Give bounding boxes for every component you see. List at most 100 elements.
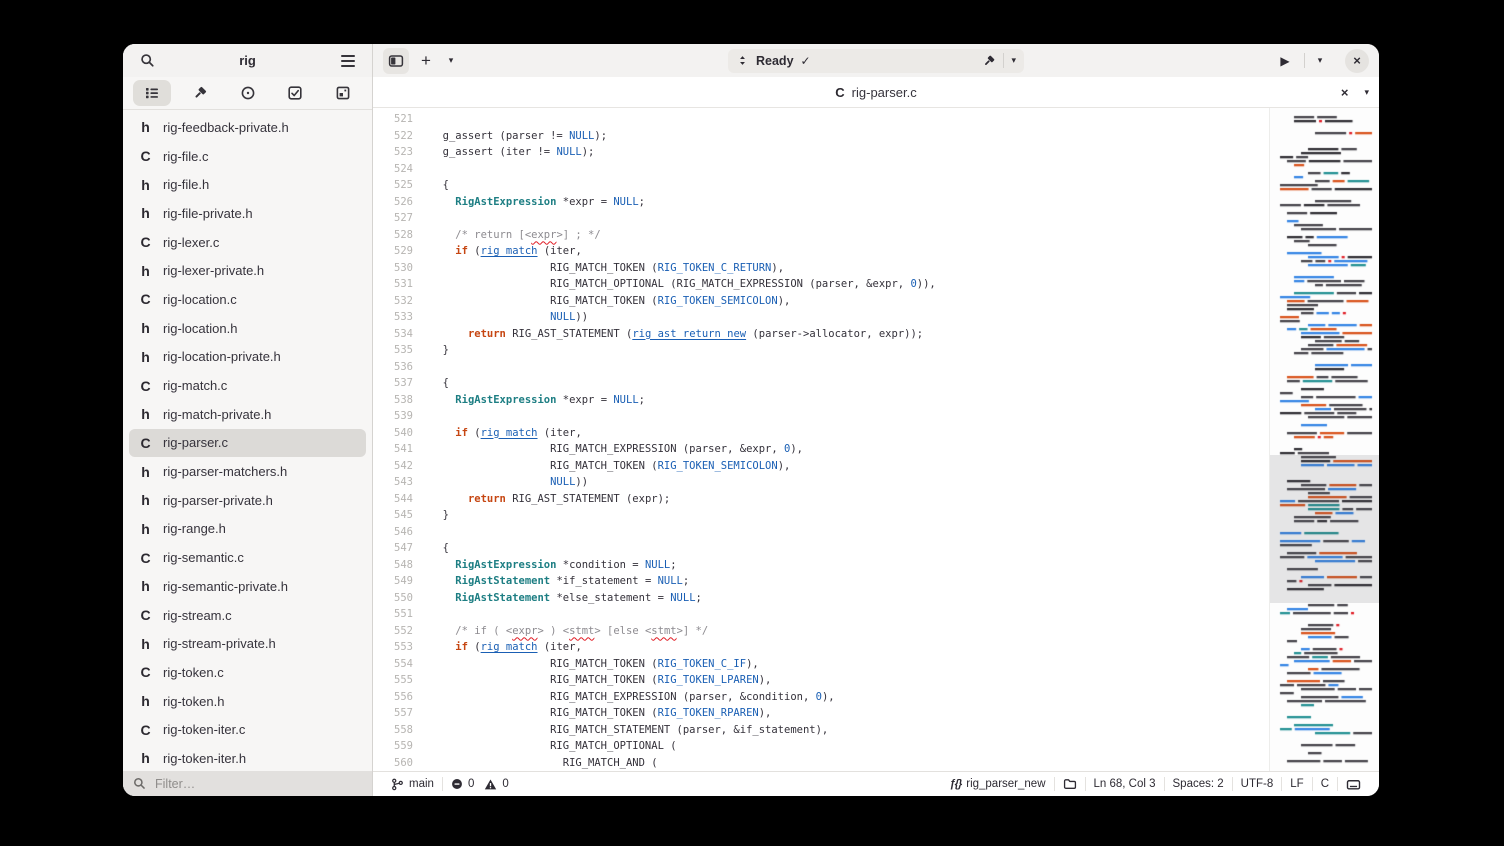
file-row[interactable]: hrig-token-iter.h [129,744,366,771]
line-number[interactable]: 546 [373,524,413,541]
window-close-button[interactable]: × [1345,49,1369,73]
tests-panel-tab[interactable] [229,80,267,106]
docs-panel-tab[interactable] [324,80,362,106]
file-row[interactable]: Crig-stream.c [129,601,366,630]
minimap-viewport-handle[interactable] [1270,455,1379,603]
line-number[interactable]: 554 [373,656,413,673]
files-panel-tab[interactable] [133,80,171,106]
file-row[interactable]: hrig-location.h [129,314,366,343]
file-row[interactable]: hrig-file.h [129,170,366,199]
line-number[interactable]: 532 [373,293,413,310]
new-page-menu-button[interactable]: ▾ [443,48,459,74]
code-line[interactable]: 554 RIG_MATCH_TOKEN (RIG_TOKEN_C_IF), [373,656,1269,673]
code-line[interactable]: 522 g_assert (parser != NULL); [373,128,1269,145]
keyboard-toggle-button[interactable] [1338,772,1369,796]
file-row[interactable]: hrig-parser-private.h [129,486,366,515]
line-number[interactable]: 530 [373,260,413,277]
cursor-position-indicator[interactable]: Ln 68, Col 3 [1086,772,1164,796]
line-number[interactable]: 555 [373,672,413,689]
line-number[interactable]: 534 [373,326,413,343]
line-number[interactable]: 535 [373,342,413,359]
line-number[interactable]: 528 [373,227,413,244]
code-line[interactable]: 525 { [373,177,1269,194]
file-row[interactable]: Crig-lexer.c [129,228,366,257]
file-row[interactable]: Crig-file.c [129,142,366,171]
line-number[interactable]: 526 [373,194,413,211]
line-number[interactable]: 538 [373,392,413,409]
code-line[interactable]: 521 [373,111,1269,128]
language-indicator[interactable]: C [1313,772,1337,796]
line-number[interactable]: 556 [373,689,413,706]
code-line[interactable]: 543 NULL)) [373,474,1269,491]
search-icon[interactable] [135,49,159,73]
code-line[interactable]: 523 g_assert (iter != NULL); [373,144,1269,161]
project-folder-button[interactable] [1055,772,1085,796]
code-line[interactable]: 529 if (rig_match (iter, [373,243,1269,260]
code-lines[interactable]: 521522 g_assert (parser != NULL);523 g_a… [373,108,1269,771]
line-number[interactable]: 539 [373,408,413,425]
line-number[interactable]: 536 [373,359,413,376]
file-row[interactable]: hrig-range.h [129,515,366,544]
encoding-indicator[interactable]: UTF-8 [1233,772,1282,796]
line-number[interactable]: 560 [373,755,413,772]
file-row[interactable]: hrig-lexer-private.h [129,256,366,285]
code-line[interactable]: 527 [373,210,1269,227]
line-number[interactable]: 525 [373,177,413,194]
code-line[interactable]: 538 RigAstExpression *expr = NULL; [373,392,1269,409]
line-number[interactable]: 558 [373,722,413,739]
code-line[interactable]: 552 /* if ( <expr> ) <stmt> [else <stmt>… [373,623,1269,640]
code-line[interactable]: 537 { [373,375,1269,392]
git-branch-indicator[interactable]: main [383,772,442,796]
file-row[interactable]: hrig-location-private.h [129,343,366,372]
line-number[interactable]: 527 [373,210,413,227]
code-line[interactable]: 533 NULL)) [373,309,1269,326]
line-number[interactable]: 537 [373,375,413,392]
line-ending-indicator[interactable]: LF [1282,772,1311,796]
file-row[interactable]: hrig-match-private.h [129,400,366,429]
line-number[interactable]: 543 [373,474,413,491]
code-line[interactable]: 546 [373,524,1269,541]
code-line[interactable]: 535 } [373,342,1269,359]
minimap[interactable] [1269,108,1379,771]
tab-list-caret-icon[interactable]: ▾ [1364,87,1369,98]
code-line[interactable]: 526 RigAstExpression *expr = NULL; [373,194,1269,211]
code-line[interactable]: 557 RIG_MATCH_TOKEN (RIG_TOKEN_RPAREN), [373,705,1269,722]
line-number[interactable]: 545 [373,507,413,524]
line-number[interactable]: 540 [373,425,413,442]
code-line[interactable]: 549 RigAstStatement *if_statement = NULL… [373,573,1269,590]
file-row[interactable]: Crig-match.c [129,371,366,400]
toggle-sidebar-button[interactable] [383,48,409,74]
code-line[interactable]: 559 RIG_MATCH_OPTIONAL ( [373,738,1269,755]
code-line[interactable]: 555 RIG_MATCH_TOKEN (RIG_TOKEN_LPAREN), [373,672,1269,689]
code-line[interactable]: 545 } [373,507,1269,524]
close-tab-icon[interactable]: × [1341,85,1349,100]
code-line[interactable]: 528 /* return [<expr>] ; */ [373,227,1269,244]
code-line[interactable]: 550 RigAstStatement *else_statement = NU… [373,590,1269,607]
filter-bar[interactable] [123,771,372,796]
line-number[interactable]: 541 [373,441,413,458]
run-menu-button[interactable]: ▾ [1311,48,1329,74]
code-line[interactable]: 556 RIG_MATCH_EXPRESSION (parser, &condi… [373,689,1269,706]
diagnostics-indicator[interactable]: 0 0 [443,772,517,796]
open-file-tab[interactable]: C rig-parser.c [373,85,1379,100]
code-line[interactable]: 558 RIG_MATCH_STATEMENT (parser, &if_sta… [373,722,1269,739]
file-row[interactable]: hrig-stream-private.h [129,629,366,658]
file-row[interactable]: Crig-location.c [129,285,366,314]
build-panel-tab[interactable] [181,80,219,106]
line-number[interactable]: 552 [373,623,413,640]
line-number[interactable]: 557 [373,705,413,722]
line-number[interactable]: 522 [373,128,413,145]
code-line[interactable]: 547 { [373,540,1269,557]
code-line[interactable]: 530 RIG_MATCH_TOKEN (RIG_TOKEN_C_RETURN)… [373,260,1269,277]
file-row[interactable]: Crig-token-iter.c [129,715,366,744]
main-menu-button[interactable] [336,49,360,73]
code-line[interactable]: 560 RIG_MATCH_AND ( [373,755,1269,772]
code-line[interactable]: 542 RIG_MATCH_TOKEN (RIG_TOKEN_SEMICOLON… [373,458,1269,475]
code-line[interactable]: 534 return RIG_AST_STATEMENT (rig_ast_re… [373,326,1269,343]
current-symbol-indicator[interactable]: ƒ{} rig_parser_new [942,772,1054,796]
filter-input[interactable] [153,776,333,792]
line-number[interactable]: 548 [373,557,413,574]
code-line[interactable]: 536 [373,359,1269,376]
code-line[interactable]: 551 [373,606,1269,623]
code-line[interactable]: 541 RIG_MATCH_EXPRESSION (parser, &expr,… [373,441,1269,458]
